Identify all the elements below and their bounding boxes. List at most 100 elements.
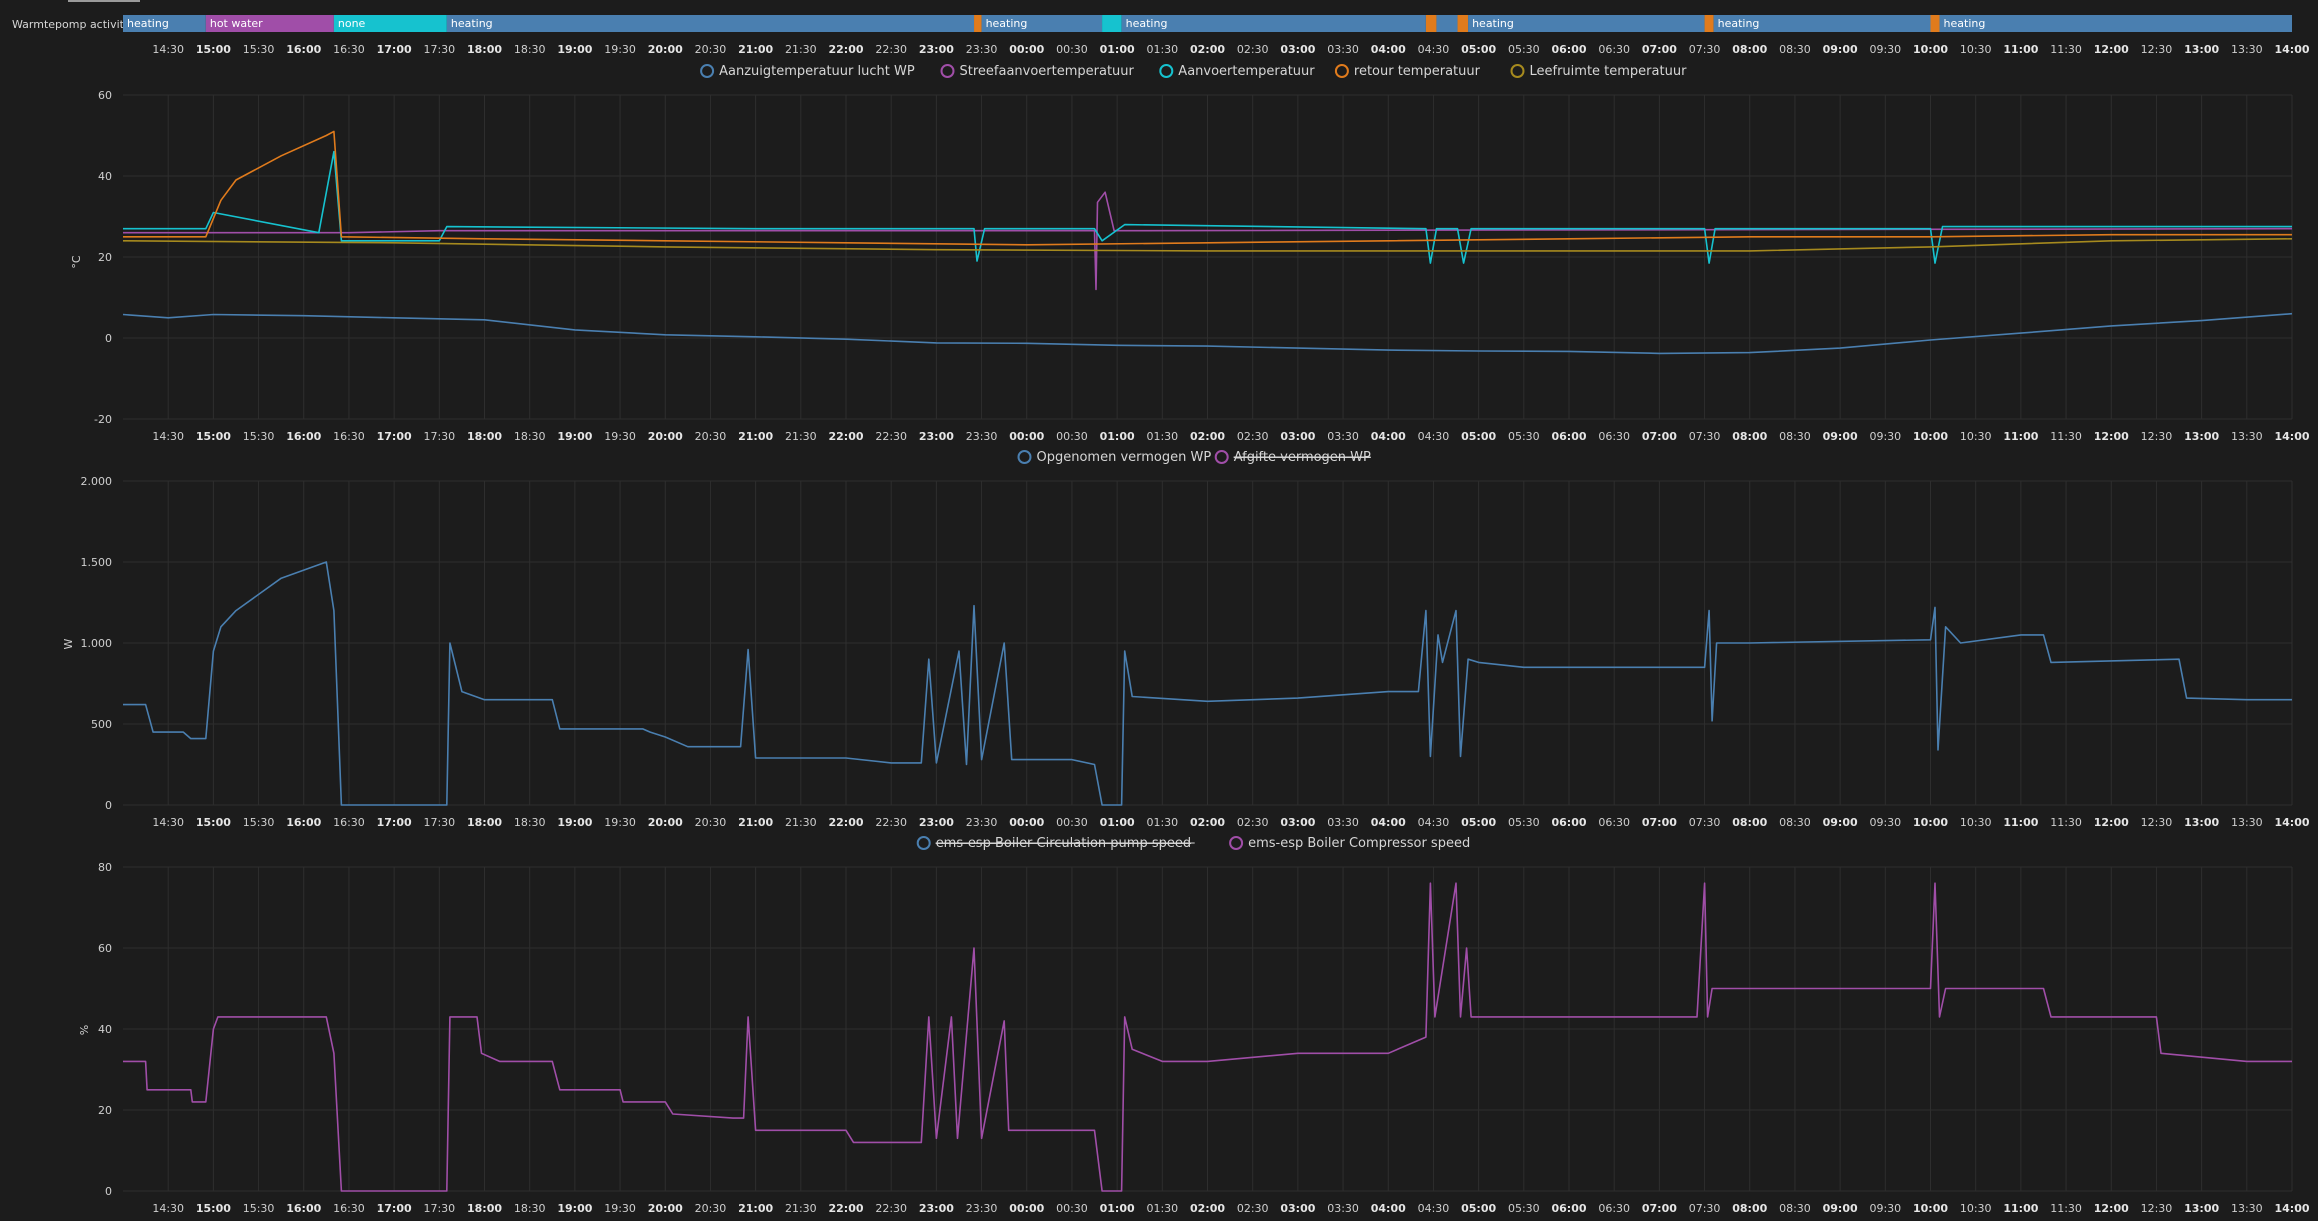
x-tick-label: 20:00 (648, 1202, 683, 1215)
x-tick-label: 17:00 (377, 43, 412, 56)
timeline-segment-orange (1930, 15, 1940, 32)
x-tick-label: 10:00 (1913, 1202, 1948, 1215)
x-tick-label: 22:00 (828, 1202, 863, 1215)
timeline-segment-label: heating (127, 17, 169, 30)
x-tick-label: 09:30 (1869, 816, 1901, 829)
x-tick-label: 19:00 (557, 1202, 592, 1215)
timeline-segment-label: heating (1126, 17, 1168, 30)
x-tick-label: 00:30 (1056, 43, 1088, 56)
legend-item: Streefaanvoertemperatuur (960, 64, 1135, 79)
x-tick-label: 04:30 (1418, 43, 1450, 56)
timeline-segment-heating (446, 15, 975, 32)
x-tick-label: 01:00 (1100, 816, 1135, 829)
x-tick-label: 18:00 (467, 816, 502, 829)
x-tick-label: 21:00 (738, 1202, 773, 1215)
x-tick-label: 21:30 (785, 816, 817, 829)
x-tick-label: 18:00 (467, 1202, 502, 1215)
x-tick-label: 18:00 (467, 430, 502, 443)
timeline-segment-none (1102, 15, 1122, 32)
x-tick-label: 04:30 (1418, 1202, 1450, 1215)
x-tick-label: 01:30 (1146, 430, 1178, 443)
x-tick-label: 18:00 (467, 43, 502, 56)
y-axis-unit: °C (70, 255, 83, 269)
x-tick-label: 23:00 (919, 816, 954, 829)
x-tick-label: 05:00 (1461, 43, 1496, 56)
x-tick-label: 12:00 (2094, 43, 2129, 56)
x-tick-label: 07:30 (1689, 43, 1721, 56)
x-tick-label: 10:00 (1913, 43, 1948, 56)
timeline-segment-heating (1436, 15, 1458, 32)
x-tick-label: 07:30 (1689, 816, 1721, 829)
legend-item: ems-esp Boiler Compressor speed (1248, 836, 1470, 851)
x-tick-label: 12:30 (2141, 816, 2173, 829)
x-tick-label: 19:30 (604, 430, 636, 443)
x-tick-label: 17:00 (377, 430, 412, 443)
x-tick-label: 22:00 (828, 43, 863, 56)
x-tick-label: 19:00 (557, 43, 592, 56)
x-tick-label: 14:30 (152, 430, 184, 443)
x-tick-label: 06:30 (1598, 816, 1630, 829)
x-tick-label: 08:30 (1779, 43, 1811, 56)
timeline-segment-heating (1939, 15, 2292, 32)
x-tick-label: 18:30 (514, 1202, 546, 1215)
x-tick-label: 09:00 (1823, 816, 1858, 829)
x-axis: 14:30 15:00 15:30 16:00 16:30 17:00 17:30 18:00… (152, 430, 2310, 443)
x-tick-label: 02:30 (1237, 1202, 1269, 1215)
x-tick-label: 17:00 (377, 816, 412, 829)
temperature-legend[interactable]: Aanzuigtemperatuur lucht WP Streefaanvoer… (700, 64, 1687, 79)
x-tick-label: 23:00 (919, 1202, 954, 1215)
timeline-segment-orange (1457, 15, 1469, 32)
x-tick-label: 22:00 (828, 816, 863, 829)
x-tick-label: 21:00 (738, 43, 773, 56)
x-tick-label: 04:30 (1418, 816, 1450, 829)
x-tick-label: 10:00 (1913, 430, 1948, 443)
x-tick-label: 16:00 (286, 430, 321, 443)
x-tick-label: 10:30 (1960, 816, 1992, 829)
x-tick-label: 16:30 (333, 43, 365, 56)
x-axis-top: 14:30 15:00 15:30 16:00 16:30 17:00 17:30 18:00… (152, 43, 2310, 56)
x-axis: 14:30 15:00 15:30 16:00 16:30 17:00 17:30 18:00… (152, 1202, 2310, 1215)
x-axis: 14:30 15:00 15:30 16:00 16:30 17:00 17:30 18:00… (152, 816, 2310, 829)
x-tick-label: 16:00 (286, 816, 321, 829)
x-tick-label: 03:30 (1327, 43, 1359, 56)
x-tick-label: 11:00 (2003, 1202, 2038, 1215)
history-chart: Warmtepomp activiteit heating hot water no… (12, 15, 2310, 1215)
speed-legend[interactable]: ems-esp Boiler Circulation pump speed ems… (916, 836, 1471, 851)
x-tick-label: 05:30 (1508, 430, 1540, 443)
x-tick-label: 19:00 (557, 430, 592, 443)
x-tick-label: 21:30 (785, 43, 817, 56)
x-tick-label: 14:30 (152, 1202, 184, 1215)
y-tick-label: 60 (98, 942, 112, 955)
power-legend[interactable]: Opgenomen vermogen WP Afgifte vermogen WP (1017, 450, 1372, 465)
x-tick-label: 16:00 (286, 1202, 321, 1215)
x-tick-label: 04:00 (1371, 816, 1406, 829)
x-tick-label: 00:00 (1009, 43, 1044, 56)
legend-marker (1334, 64, 1349, 78)
x-tick-label: 10:00 (1913, 816, 1948, 829)
x-tick-label: 21:30 (785, 430, 817, 443)
x-tick-label: 15:00 (196, 816, 231, 829)
x-tick-label: 05:00 (1461, 816, 1496, 829)
x-tick-label: 19:30 (604, 816, 636, 829)
x-tick-label: 12:30 (2141, 1202, 2173, 1215)
x-tick-label: 15:00 (196, 1202, 231, 1215)
y-tick-label: 2.000 (81, 475, 113, 488)
legend-marker (1159, 64, 1174, 78)
x-tick-label: 12:30 (2141, 430, 2173, 443)
x-tick-label: 10:30 (1960, 1202, 1992, 1215)
x-tick-label: 02:00 (1190, 1202, 1225, 1215)
x-tick-label: 20:30 (695, 816, 727, 829)
x-tick-label: 20:00 (648, 43, 683, 56)
x-tick-label: 03:30 (1327, 430, 1359, 443)
x-tick-label: 22:30 (875, 430, 907, 443)
x-tick-label: 08:30 (1779, 430, 1811, 443)
legend-marker (1214, 450, 1229, 464)
x-tick-label: 15:30 (243, 816, 275, 829)
x-tick-label: 05:30 (1508, 816, 1540, 829)
x-tick-label: 06:30 (1598, 430, 1630, 443)
x-tick-label: 01:00 (1100, 43, 1135, 56)
x-tick-label: 15:00 (196, 430, 231, 443)
x-tick-label: 16:30 (333, 816, 365, 829)
x-tick-label: 20:30 (695, 1202, 727, 1215)
x-tick-label: 01:30 (1146, 816, 1178, 829)
